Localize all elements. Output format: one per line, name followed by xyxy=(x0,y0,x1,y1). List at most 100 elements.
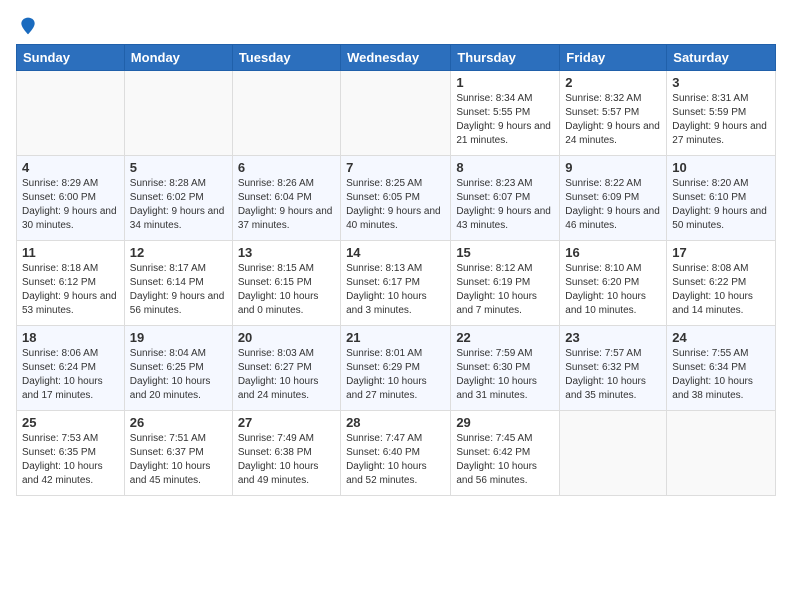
day-info: Sunrise: 8:15 AMSunset: 6:15 PMDaylight:… xyxy=(238,262,335,318)
calendar-cell: 28 Sunrise: 7:47 AMSunset: 6:40 PMDayligh… xyxy=(341,411,451,496)
calendar-cell: 5 Sunrise: 8:28 AMSunset: 6:02 PMDaylight… xyxy=(124,156,232,241)
day-number: 2 xyxy=(565,75,661,90)
day-info: Sunrise: 7:59 AMSunset: 6:30 PMDaylight:… xyxy=(456,347,554,403)
calendar-cell: 27 Sunrise: 7:49 AMSunset: 6:38 PMDayligh… xyxy=(232,411,340,496)
day-header-wednesday: Wednesday xyxy=(341,45,451,71)
day-number: 18 xyxy=(22,330,119,345)
page-header xyxy=(16,16,776,36)
day-number: 5 xyxy=(130,160,227,175)
calendar-cell: 1 Sunrise: 8:34 AMSunset: 5:55 PMDaylight… xyxy=(451,71,560,156)
calendar-cell: 20 Sunrise: 8:03 AMSunset: 6:27 PMDayligh… xyxy=(232,326,340,411)
calendar-cell: 3 Sunrise: 8:31 AMSunset: 5:59 PMDaylight… xyxy=(667,71,776,156)
day-info: Sunrise: 7:57 AMSunset: 6:32 PMDaylight:… xyxy=(565,347,661,403)
day-info: Sunrise: 8:25 AMSunset: 6:05 PMDaylight:… xyxy=(346,177,445,233)
day-header-sunday: Sunday xyxy=(17,45,125,71)
day-number: 6 xyxy=(238,160,335,175)
day-info: Sunrise: 8:22 AMSunset: 6:09 PMDaylight:… xyxy=(565,177,661,233)
calendar-week-5: 25 Sunrise: 7:53 AMSunset: 6:35 PMDayligh… xyxy=(17,411,776,496)
calendar-week-2: 4 Sunrise: 8:29 AMSunset: 6:00 PMDaylight… xyxy=(17,156,776,241)
day-info: Sunrise: 8:18 AMSunset: 6:12 PMDaylight:… xyxy=(22,262,119,318)
day-info: Sunrise: 8:26 AMSunset: 6:04 PMDaylight:… xyxy=(238,177,335,233)
logo-icon xyxy=(18,16,38,36)
day-info: Sunrise: 7:45 AMSunset: 6:42 PMDaylight:… xyxy=(456,432,554,488)
day-number: 3 xyxy=(672,75,770,90)
day-info: Sunrise: 8:13 AMSunset: 6:17 PMDaylight:… xyxy=(346,262,445,318)
day-number: 14 xyxy=(346,245,445,260)
calendar-cell: 2 Sunrise: 8:32 AMSunset: 5:57 PMDaylight… xyxy=(560,71,667,156)
calendar-cell: 16 Sunrise: 8:10 AMSunset: 6:20 PMDayligh… xyxy=(560,241,667,326)
day-number: 28 xyxy=(346,415,445,430)
calendar-cell: 7 Sunrise: 8:25 AMSunset: 6:05 PMDaylight… xyxy=(341,156,451,241)
day-header-saturday: Saturday xyxy=(667,45,776,71)
calendar-cell xyxy=(667,411,776,496)
calendar-header-row: SundayMondayTuesdayWednesdayThursdayFrid… xyxy=(17,45,776,71)
day-info: Sunrise: 8:17 AMSunset: 6:14 PMDaylight:… xyxy=(130,262,227,318)
calendar-cell: 29Sunrise: 7:45 AMSunset: 6:42 PMDayligh… xyxy=(451,411,560,496)
calendar-cell: 4 Sunrise: 8:29 AMSunset: 6:00 PMDaylight… xyxy=(17,156,125,241)
calendar-cell: 8Sunrise: 8:23 AMSunset: 6:07 PMDaylight… xyxy=(451,156,560,241)
day-info: Sunrise: 7:55 AMSunset: 6:34 PMDaylight:… xyxy=(672,347,770,403)
day-info: Sunrise: 8:04 AMSunset: 6:25 PMDaylight:… xyxy=(130,347,227,403)
calendar-cell xyxy=(124,71,232,156)
day-number: 23 xyxy=(565,330,661,345)
calendar-cell xyxy=(17,71,125,156)
day-info: Sunrise: 8:06 AMSunset: 6:24 PMDaylight:… xyxy=(22,347,119,403)
calendar-cell xyxy=(560,411,667,496)
calendar-cell: 19Sunrise: 8:04 AMSunset: 6:25 PMDayligh… xyxy=(124,326,232,411)
calendar-week-3: 11 Sunrise: 8:18 AMSunset: 6:12 PMDayligh… xyxy=(17,241,776,326)
calendar-cell: 18 Sunrise: 8:06 AMSunset: 6:24 PMDayligh… xyxy=(17,326,125,411)
calendar-cell: 17 Sunrise: 8:08 AMSunset: 6:22 PMDayligh… xyxy=(667,241,776,326)
day-number: 4 xyxy=(22,160,119,175)
calendar-cell: 21 Sunrise: 8:01 AMSunset: 6:29 PMDayligh… xyxy=(341,326,451,411)
day-number: 21 xyxy=(346,330,445,345)
calendar-cell: 24 Sunrise: 7:55 AMSunset: 6:34 PMDayligh… xyxy=(667,326,776,411)
day-info: Sunrise: 8:31 AMSunset: 5:59 PMDaylight:… xyxy=(672,92,770,148)
day-info: Sunrise: 8:12 AMSunset: 6:19 PMDaylight:… xyxy=(456,262,554,318)
calendar-week-4: 18 Sunrise: 8:06 AMSunset: 6:24 PMDayligh… xyxy=(17,326,776,411)
day-info: Sunrise: 8:34 AMSunset: 5:55 PMDaylight:… xyxy=(456,92,554,148)
day-info: Sunrise: 7:49 AMSunset: 6:38 PMDaylight:… xyxy=(238,432,335,488)
day-number: 22 xyxy=(456,330,554,345)
day-info: Sunrise: 7:51 AMSunset: 6:37 PMDaylight:… xyxy=(130,432,227,488)
calendar-cell: 15 Sunrise: 8:12 AMSunset: 6:19 PMDayligh… xyxy=(451,241,560,326)
day-number: 27 xyxy=(238,415,335,430)
day-number: 10 xyxy=(672,160,770,175)
day-number: 25 xyxy=(22,415,119,430)
day-info: Sunrise: 8:10 AMSunset: 6:20 PMDaylight:… xyxy=(565,262,661,318)
day-header-tuesday: Tuesday xyxy=(232,45,340,71)
day-number: 8 xyxy=(456,160,554,175)
day-info: Sunrise: 8:29 AMSunset: 6:00 PMDaylight:… xyxy=(22,177,119,233)
calendar-week-1: 1 Sunrise: 8:34 AMSunset: 5:55 PMDaylight… xyxy=(17,71,776,156)
day-info: Sunrise: 8:20 AMSunset: 6:10 PMDaylight:… xyxy=(672,177,770,233)
logo xyxy=(16,16,38,36)
day-number: 7 xyxy=(346,160,445,175)
day-info: Sunrise: 7:47 AMSunset: 6:40 PMDaylight:… xyxy=(346,432,445,488)
day-number: 26 xyxy=(130,415,227,430)
day-number: 16 xyxy=(565,245,661,260)
day-number: 17 xyxy=(672,245,770,260)
day-number: 15 xyxy=(456,245,554,260)
day-number: 1 xyxy=(456,75,554,90)
calendar-cell: 13Sunrise: 8:15 AMSunset: 6:15 PMDayligh… xyxy=(232,241,340,326)
calendar-cell xyxy=(341,71,451,156)
day-info: Sunrise: 8:28 AMSunset: 6:02 PMDaylight:… xyxy=(130,177,227,233)
day-number: 12 xyxy=(130,245,227,260)
day-info: Sunrise: 8:08 AMSunset: 6:22 PMDaylight:… xyxy=(672,262,770,318)
day-header-friday: Friday xyxy=(560,45,667,71)
day-number: 24 xyxy=(672,330,770,345)
calendar-cell: 23 Sunrise: 7:57 AMSunset: 6:32 PMDayligh… xyxy=(560,326,667,411)
day-header-thursday: Thursday xyxy=(451,45,560,71)
calendar-cell: 22 Sunrise: 7:59 AMSunset: 6:30 PMDayligh… xyxy=(451,326,560,411)
day-number: 20 xyxy=(238,330,335,345)
calendar-cell: 11 Sunrise: 8:18 AMSunset: 6:12 PMDayligh… xyxy=(17,241,125,326)
calendar-cell: 25 Sunrise: 7:53 AMSunset: 6:35 PMDayligh… xyxy=(17,411,125,496)
calendar-cell: 26 Sunrise: 7:51 AMSunset: 6:37 PMDayligh… xyxy=(124,411,232,496)
day-number: 11 xyxy=(22,245,119,260)
day-info: Sunrise: 8:01 AMSunset: 6:29 PMDaylight:… xyxy=(346,347,445,403)
day-info: Sunrise: 8:32 AMSunset: 5:57 PMDaylight:… xyxy=(565,92,661,148)
day-info: Sunrise: 7:53 AMSunset: 6:35 PMDaylight:… xyxy=(22,432,119,488)
day-info: Sunrise: 8:03 AMSunset: 6:27 PMDaylight:… xyxy=(238,347,335,403)
calendar-cell: 6 Sunrise: 8:26 AMSunset: 6:04 PMDaylight… xyxy=(232,156,340,241)
day-header-monday: Monday xyxy=(124,45,232,71)
calendar-cell: 9Sunrise: 8:22 AMSunset: 6:09 PMDaylight… xyxy=(560,156,667,241)
